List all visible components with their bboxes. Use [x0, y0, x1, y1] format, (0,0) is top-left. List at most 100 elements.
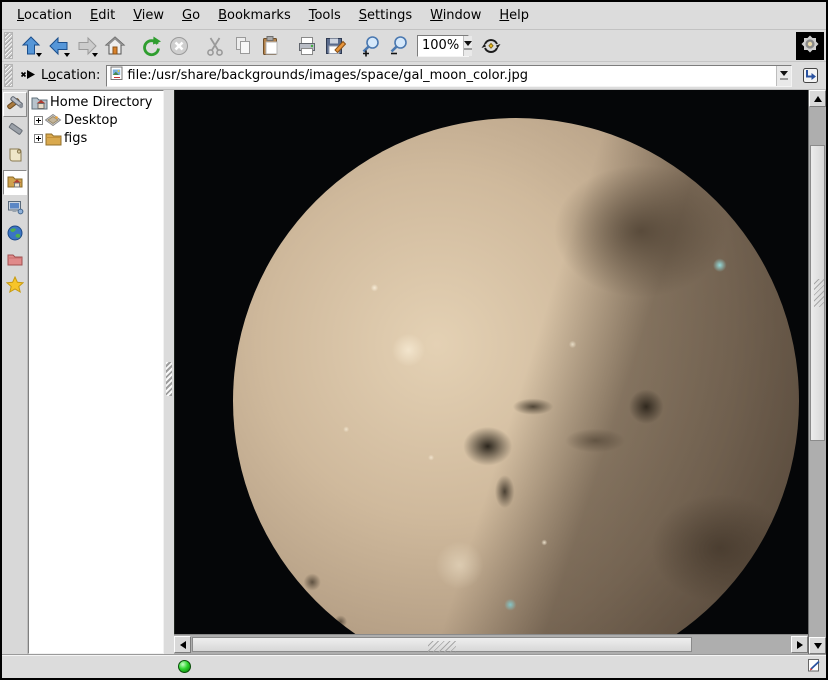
forward-button[interactable] — [73, 32, 101, 60]
zoom-in-button[interactable] — [357, 32, 385, 60]
menu-tools[interactable]: Tools — [300, 3, 350, 28]
menu-edit[interactable]: Edit — [81, 3, 124, 28]
sidebar-home-folder-button[interactable] — [3, 170, 27, 195]
scissors-icon — [204, 35, 226, 57]
horizontal-scroll-thumb[interactable] — [192, 637, 692, 652]
page-settings-icon — [807, 658, 822, 676]
back-button[interactable] — [45, 32, 73, 60]
back-dropdown-arrow-icon — [64, 53, 70, 57]
menu-go[interactable]: Go — [173, 3, 209, 28]
horizontal-scrollbar[interactable] — [174, 634, 808, 654]
folder-home-icon — [31, 94, 48, 110]
toolbox-icon — [6, 94, 24, 115]
print-button[interactable] — [293, 32, 321, 60]
menu-view[interactable]: View — [124, 3, 173, 28]
kde-gear-throbber — [796, 32, 824, 60]
history-scroll-icon — [6, 146, 24, 167]
scroll-left-button[interactable] — [174, 636, 191, 653]
status-bar — [2, 654, 826, 678]
tree-item-label: Home Directory — [50, 95, 152, 110]
image-file-icon — [110, 66, 125, 85]
tree-item-label: Desktop — [64, 113, 118, 128]
folder-tree-panel: Home Directory Desktop figs — [28, 90, 164, 654]
location-combobox — [106, 65, 792, 87]
save-as-button[interactable] — [321, 32, 349, 60]
chevron-down-icon — [780, 71, 788, 76]
gear-icon — [797, 31, 823, 61]
system-monitor-icon — [6, 198, 24, 219]
rotate-icon — [480, 35, 502, 57]
copy-button[interactable] — [229, 32, 257, 60]
expand-toggle-icon[interactable] — [34, 116, 43, 125]
main-area: Home Directory Desktop figs — [2, 90, 826, 654]
location-label: Location: — [41, 68, 100, 83]
scroll-up-button[interactable] — [809, 90, 826, 107]
location-input[interactable] — [125, 68, 776, 83]
folder-icon — [45, 130, 62, 146]
arrow-right-icon — [797, 641, 803, 649]
paste-button[interactable] — [257, 32, 285, 60]
star-icon — [6, 276, 24, 297]
printer-icon — [296, 35, 318, 57]
zoom-level-dropdown-button[interactable] — [463, 36, 472, 56]
zoom-out-button[interactable] — [385, 32, 413, 60]
scroll-down-button[interactable] — [809, 637, 826, 654]
sidebar-icon-strip — [2, 90, 28, 654]
main-toolbar: 100% — [2, 30, 826, 62]
location-toolbar-drag-handle[interactable] — [4, 64, 13, 87]
tree-item-figs[interactable]: figs — [31, 129, 163, 147]
dropdown-underline — [464, 48, 472, 50]
reload-icon — [140, 35, 162, 57]
location-toolbar: Location: — [2, 62, 826, 90]
image-viewer — [174, 90, 808, 634]
stop-button[interactable] — [165, 32, 193, 60]
sidebar-history-button[interactable] — [3, 144, 27, 169]
home-folder-icon — [6, 172, 24, 193]
konqueror-window: Location Edit View Go Bookmarks Tools Se… — [0, 0, 828, 680]
forward-dropdown-arrow-icon — [92, 53, 98, 57]
rotate-button[interactable] — [477, 32, 505, 60]
sidebar-bookmarks-star-button[interactable] — [3, 274, 27, 299]
sidebar-root-folder-button[interactable] — [3, 248, 27, 273]
expand-toggle-icon[interactable] — [34, 134, 43, 143]
menu-settings[interactable]: Settings — [350, 3, 421, 28]
tree-item-home-directory[interactable]: Home Directory — [31, 93, 163, 111]
zoom-level-value: 100% — [418, 38, 463, 53]
vertical-scrollbar[interactable] — [808, 90, 826, 654]
location-dropdown-button[interactable] — [776, 66, 791, 86]
reload-button[interactable] — [137, 32, 165, 60]
menu-help[interactable]: Help — [490, 3, 538, 28]
clear-location-button[interactable] — [17, 65, 39, 87]
zoom-level-combobox[interactable]: 100% — [417, 35, 469, 57]
sidebar-system-button[interactable] — [3, 196, 27, 221]
copy-icon — [232, 35, 254, 57]
chevron-down-icon — [464, 41, 472, 46]
floppy-pencil-icon — [324, 35, 346, 57]
menu-bookmarks[interactable]: Bookmarks — [209, 3, 300, 28]
splitter-grip — [166, 362, 172, 396]
panel-splitter[interactable] — [164, 90, 174, 654]
arrow-down-icon — [814, 643, 822, 649]
go-button[interactable] — [798, 64, 822, 88]
sidebar-configure-button[interactable] — [3, 92, 27, 117]
zoom-out-icon — [388, 35, 410, 57]
sidebar-bookmark-button[interactable] — [3, 118, 27, 143]
home-icon — [104, 35, 126, 57]
tree-item-label: figs — [64, 131, 87, 146]
menu-bar: Location Edit View Go Bookmarks Tools Se… — [2, 2, 826, 30]
sidebar-network-button[interactable] — [3, 222, 27, 247]
home-button[interactable] — [101, 32, 129, 60]
cut-button[interactable] — [201, 32, 229, 60]
up-button[interactable] — [17, 32, 45, 60]
menu-window[interactable]: Window — [421, 3, 490, 28]
tree-item-desktop[interactable]: Desktop — [31, 111, 163, 129]
clear-location-icon — [19, 67, 37, 85]
toolbar-drag-handle[interactable] — [4, 32, 13, 59]
statusbar-settings-button[interactable] — [806, 659, 822, 675]
vertical-scroll-thumb[interactable] — [810, 145, 825, 441]
scroll-right-button[interactable] — [791, 636, 808, 653]
menu-location[interactable]: Location — [8, 3, 81, 28]
globe-icon — [6, 224, 24, 245]
status-led-icon — [178, 660, 191, 673]
zoom-in-icon — [360, 35, 382, 57]
